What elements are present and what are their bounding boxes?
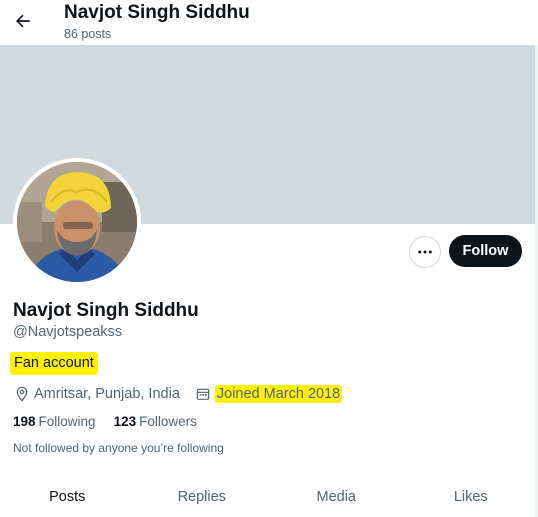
back-arrow-icon[interactable] bbox=[8, 6, 38, 36]
following-label: Following bbox=[38, 414, 96, 429]
tab-likes[interactable]: Likes bbox=[404, 478, 538, 517]
calendar-icon bbox=[194, 385, 212, 403]
location-text: Amritsar, Punjab, India bbox=[34, 386, 180, 402]
tab-media[interactable]: Media bbox=[269, 478, 404, 517]
location-pin-icon bbox=[13, 385, 31, 403]
location-item: Amritsar, Punjab, India bbox=[13, 385, 180, 403]
display-name: Navjot Singh Siddhu bbox=[13, 300, 199, 321]
avatar[interactable] bbox=[13, 158, 141, 286]
followers-count: 123 bbox=[113, 414, 137, 429]
followers-label: Followers bbox=[139, 414, 197, 429]
profile-meta: Amritsar, Punjab, India Joined March 201… bbox=[13, 382, 343, 406]
follow-button[interactable]: Follow bbox=[449, 235, 522, 267]
more-icon bbox=[418, 250, 432, 254]
following-count: 198 bbox=[13, 414, 36, 429]
top-bar: Navjot Singh Siddhu 86 posts bbox=[0, 0, 538, 45]
followers-link[interactable]: 123 Followers bbox=[114, 414, 197, 429]
profile-bio: Fan account bbox=[10, 352, 98, 375]
following-link[interactable]: 198 Following bbox=[13, 414, 96, 429]
joined-text: Joined March 2018 bbox=[214, 385, 343, 403]
more-options-button[interactable] bbox=[409, 236, 441, 268]
user-handle: @Navjotspeakss bbox=[13, 324, 123, 340]
header-name: Navjot Singh Siddhu bbox=[64, 2, 250, 23]
header-posts-count: 86 posts bbox=[64, 27, 112, 41]
joined-item: Joined March 2018 bbox=[194, 385, 343, 403]
follow-stats: 198 Following 123 Followers bbox=[13, 414, 215, 429]
tab-posts[interactable]: Posts bbox=[0, 478, 135, 517]
not-followed-note: Not followed by anyone you’re following bbox=[13, 441, 224, 455]
profile-tabs: Posts Replies Media Likes bbox=[0, 478, 538, 517]
tab-replies[interactable]: Replies bbox=[135, 478, 270, 517]
